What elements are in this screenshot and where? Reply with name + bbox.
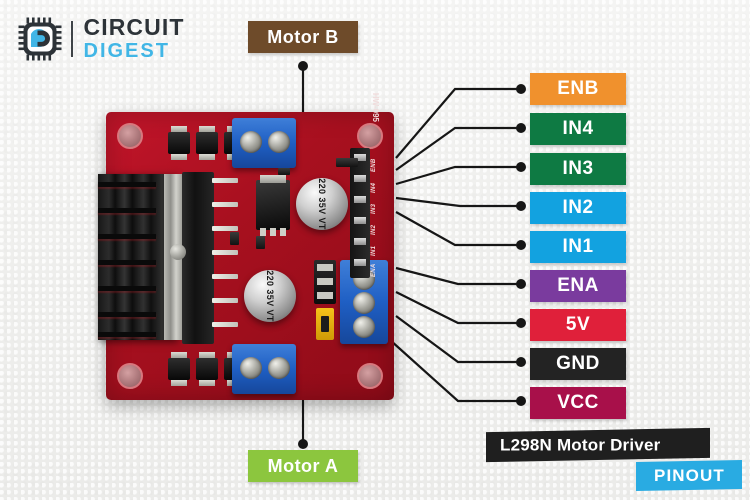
- capacitor-label: 220 35V VT: [317, 178, 327, 230]
- yellow-jumper-cap: [316, 308, 334, 340]
- callout-motor-b-label: Motor B: [267, 26, 339, 47]
- leader-vcc: [389, 339, 526, 406]
- diode: [196, 126, 218, 160]
- mounting-hole: [117, 363, 143, 389]
- pin-label: GND: [556, 353, 600, 374]
- motor-b-terminal-block: [232, 118, 296, 168]
- leader-in1: [395, 211, 526, 250]
- terminal-screw: [240, 357, 262, 379]
- smd-component: [256, 236, 265, 249]
- diode: [168, 352, 190, 386]
- terminal-screw: [268, 131, 290, 153]
- callout-motor-b[interactable]: Motor B: [248, 21, 358, 53]
- diode: [168, 126, 190, 160]
- silk-enb: ENB: [371, 158, 377, 172]
- terminal-screw: [353, 292, 375, 314]
- callout-motor-a[interactable]: Motor A: [248, 450, 358, 482]
- board-model-silkscreen: HW-095: [371, 92, 380, 122]
- mounting-hole: [117, 123, 143, 149]
- silk-in2: IN2: [371, 224, 377, 235]
- capacitor-label: 220 35V VT: [265, 270, 275, 322]
- callout-pin-in3[interactable]: IN3: [530, 153, 626, 185]
- smd-component: [230, 232, 239, 245]
- capacitor-c1: 220 35V VT: [296, 178, 348, 230]
- callout-pin-ena[interactable]: ENA: [530, 270, 626, 302]
- logic-pin-header: [350, 148, 370, 278]
- callout-pin-5v[interactable]: 5V: [530, 309, 626, 341]
- callout-motor-a-label: Motor A: [267, 455, 339, 476]
- header-silkscreen: ENB IN4 IN3 IN2 IN1 ENA: [371, 150, 382, 278]
- mounting-hole: [357, 123, 383, 149]
- terminal-screw: [268, 357, 290, 379]
- diagram-subtitle: PINOUT: [653, 465, 725, 485]
- pin-label: VCC: [557, 392, 599, 413]
- leader-ena: [395, 266, 526, 289]
- l298n-board: 220 35V VT 220 35V VT ENB IN4 IN3 IN2 IN…: [98, 93, 394, 400]
- leader-in4: [395, 123, 526, 171]
- leader-5v: [395, 291, 526, 328]
- leader-enb: [395, 84, 526, 159]
- callout-pin-vcc[interactable]: VCC: [530, 387, 626, 419]
- silk-in3: IN3: [371, 203, 377, 214]
- diagram-title: L298N Motor Driver: [500, 435, 661, 455]
- terminal-screw: [240, 131, 262, 153]
- leader-motor-a: [298, 396, 308, 449]
- silk-in4: IN4: [371, 182, 377, 193]
- pin-label: ENA: [557, 275, 599, 296]
- voltage-regulator: [256, 175, 290, 236]
- diagram-subtitle-bar: PINOUT: [636, 459, 742, 492]
- capacitor-c2: 220 35V VT: [244, 270, 296, 322]
- silk-ena: ENA: [371, 263, 377, 277]
- pin-label: ENB: [557, 78, 599, 99]
- motor-a-terminal-block: [232, 344, 296, 394]
- silk-in1: IN1: [371, 245, 377, 256]
- diagram-title-bar: L298N Motor Driver: [486, 427, 710, 463]
- callout-pin-enb[interactable]: ENB: [530, 73, 626, 105]
- mounting-hole: [357, 363, 383, 389]
- smd-component: [278, 168, 290, 175]
- callout-pin-gnd[interactable]: GND: [530, 348, 626, 380]
- ic-pin-row: [212, 176, 238, 340]
- pin-label: 5V: [565, 314, 591, 335]
- heatsink-screw: [170, 244, 186, 260]
- pin-label: IN4: [562, 118, 594, 139]
- pin-label: IN1: [562, 236, 594, 257]
- jumper-header: [314, 260, 336, 304]
- smd-component: [336, 158, 358, 167]
- pinout-diagram-canvas: CIRCUIT DIGEST 220 35V VT 220 35V VT ENB…: [0, 0, 750, 500]
- callout-pin-in1[interactable]: IN1: [530, 231, 626, 263]
- leader-motor-b: [298, 61, 308, 118]
- terminal-screw: [353, 316, 375, 338]
- callout-pin-in4[interactable]: IN4: [530, 113, 626, 145]
- pin-label: IN3: [562, 158, 594, 179]
- pin-label: IN2: [562, 197, 594, 218]
- callout-pin-in2[interactable]: IN2: [530, 192, 626, 224]
- l298n-ic: [182, 172, 214, 344]
- diode: [196, 352, 218, 386]
- leader-in2: [395, 196, 526, 211]
- leader-in3: [395, 162, 526, 186]
